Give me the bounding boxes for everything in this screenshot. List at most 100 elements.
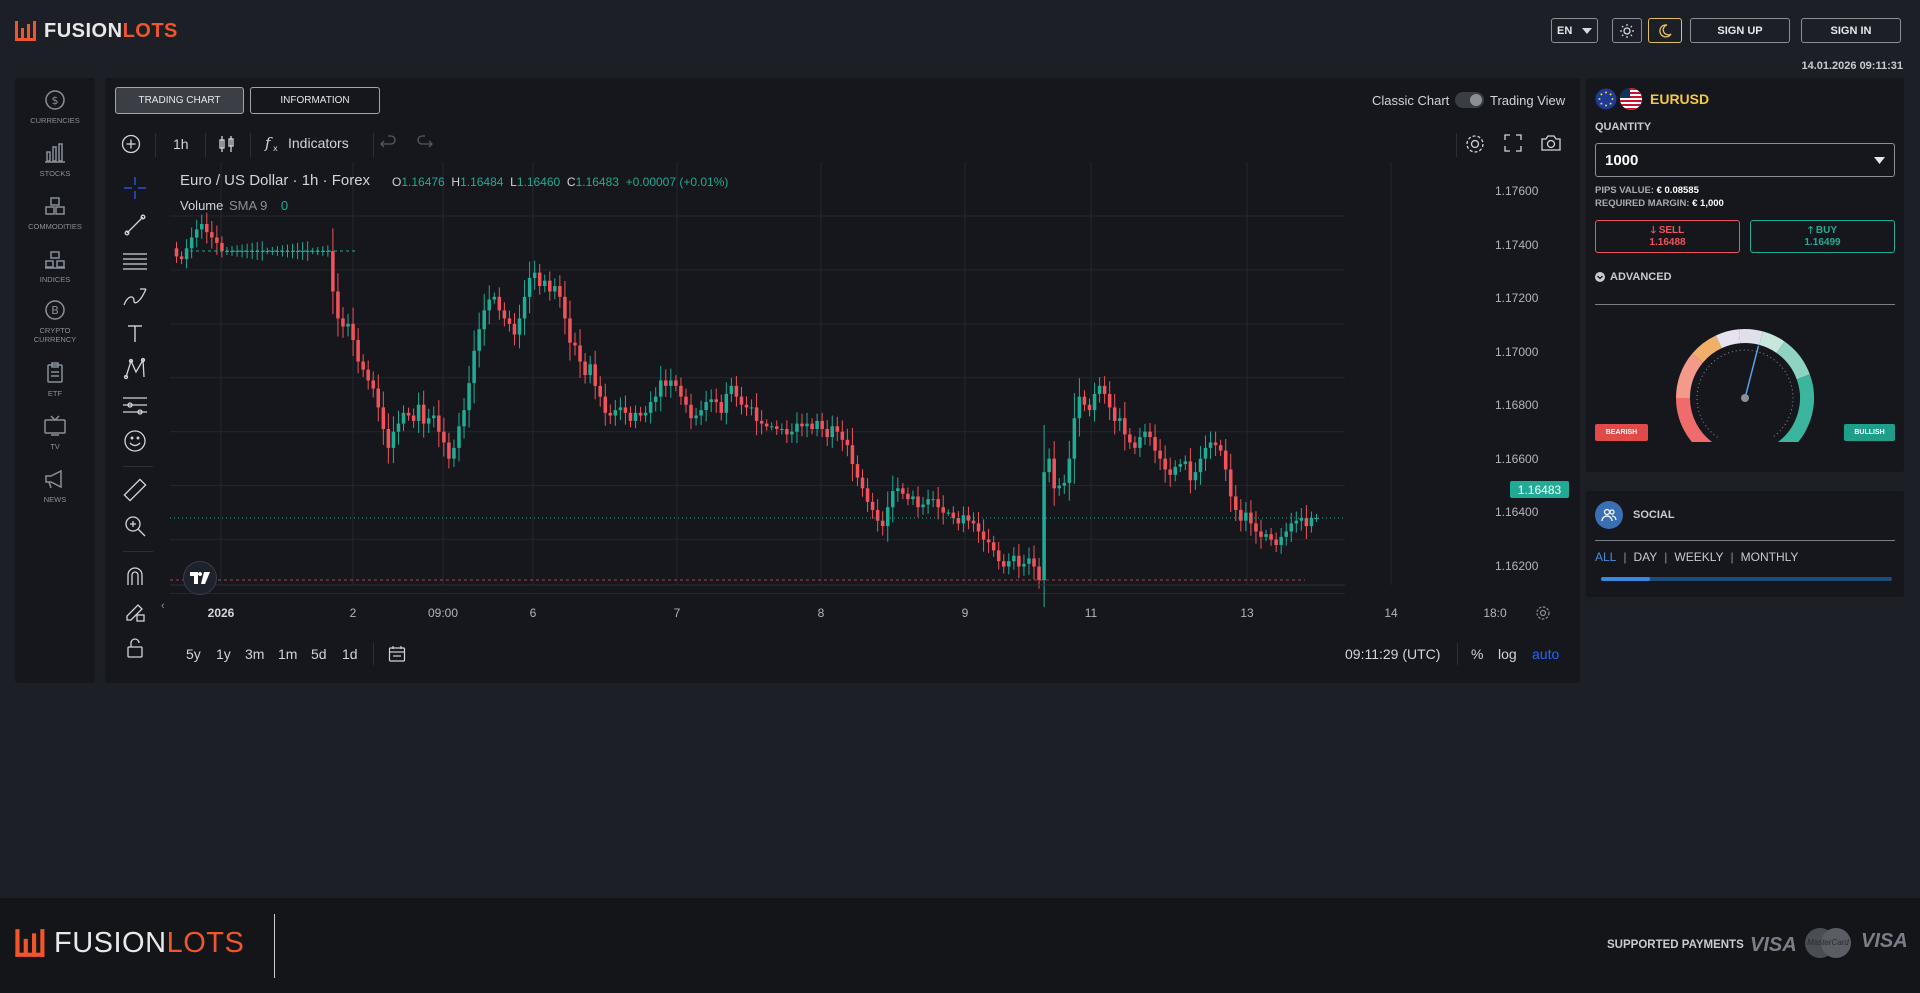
emoji-tool[interactable] (121, 427, 149, 455)
indicators-button[interactable]: fx Indicators (264, 133, 349, 153)
magnet-icon (127, 567, 143, 585)
category-news[interactable]: NEWS (15, 467, 95, 504)
gauge-needle (1744, 345, 1760, 399)
filter-all[interactable]: ALL (1595, 550, 1616, 564)
pattern-tool[interactable] (121, 355, 149, 383)
gauge-segment (1676, 397, 1713, 442)
redo-button[interactable] (416, 134, 434, 157)
range-1y[interactable]: 1y (216, 646, 231, 662)
gauge-segment (1776, 341, 1810, 380)
filter-monthly[interactable]: MONTHLY (1741, 550, 1799, 564)
candle-body (215, 237, 219, 243)
footer-logo[interactable]: FUSIONLOTS (14, 925, 244, 961)
candle-body (532, 272, 537, 278)
y-tick: 1.17000 (1495, 345, 1539, 359)
candle-body (558, 286, 562, 297)
x-tick: 09:00 (427, 606, 459, 620)
candle-body (1173, 466, 1178, 475)
candle-body (613, 410, 618, 416)
dark-theme-button[interactable] (1648, 18, 1682, 43)
tab-trading-chart[interactable]: TRADING CHART (115, 87, 244, 114)
interval-button[interactable]: 1h (173, 136, 189, 152)
category-tv[interactable]: TV (15, 414, 95, 451)
candle-body (921, 504, 925, 508)
candle-body (406, 412, 411, 416)
axis-settings-button[interactable] (1535, 605, 1551, 626)
chart-settings-button[interactable] (1464, 133, 1486, 160)
chart-view-toggle[interactable] (1455, 92, 1484, 108)
category-commodities[interactable]: COMMODITIES (15, 194, 95, 231)
collapse-toolbar-icon[interactable]: ‹ (161, 600, 165, 612)
pencil-lock-icon (126, 604, 145, 622)
measure-tool[interactable] (121, 476, 149, 504)
filter-day[interactable]: DAY (1633, 550, 1657, 564)
light-theme-button[interactable] (1612, 18, 1642, 43)
svg-text:B: B (51, 304, 59, 317)
add-symbol-button[interactable] (121, 134, 141, 159)
candles-icon (219, 136, 234, 152)
toggle-knob (1470, 94, 1482, 106)
stay-drawing-tool[interactable] (121, 598, 149, 626)
category-indices[interactable]: INDICES (15, 247, 95, 284)
category-currencies[interactable]: $ CURRENCIES (15, 88, 95, 125)
range-1m[interactable]: 1m (278, 646, 297, 662)
sign-in-button[interactable]: SIGN IN (1801, 18, 1901, 43)
candle-body (426, 418, 431, 424)
candle-body (1259, 531, 1263, 537)
candle-body (341, 318, 345, 327)
candle-body (1178, 464, 1183, 467)
range-1d[interactable]: 1d (342, 646, 358, 662)
brush-tool[interactable] (121, 283, 149, 311)
advanced-toggle[interactable]: ADVANCED (1595, 271, 1672, 283)
candle-body (447, 442, 451, 459)
category-crypto[interactable]: B CRYPTO CURRENCY (15, 298, 95, 344)
category-etf[interactable]: ETF (15, 361, 95, 398)
crosshair-tool[interactable] (121, 174, 149, 202)
lock-tool[interactable] (121, 634, 149, 662)
fib-tool[interactable] (121, 247, 149, 275)
buy-button[interactable]: 🡑 BUY 1.16499 (1750, 220, 1895, 253)
bearish-badge: BEARISH (1595, 424, 1648, 441)
social-icon (1595, 501, 1623, 529)
log-scale-button[interactable]: log (1498, 646, 1517, 662)
range-5d[interactable]: 5d (311, 646, 327, 662)
sell-button[interactable]: 🡓 SELL 1.16488 (1595, 220, 1740, 253)
fullscreen-button[interactable] (1503, 133, 1523, 158)
candle-body (361, 361, 365, 370)
chart-type-button[interactable] (218, 134, 236, 159)
dollar-coin-icon: $ (45, 90, 65, 110)
open-label: O (392, 175, 402, 189)
magnet-tool[interactable] (121, 562, 149, 590)
category-stocks[interactable]: STOCKS (15, 141, 95, 178)
text-tool[interactable] (121, 319, 149, 347)
close-value: 1.16483 (575, 175, 619, 189)
range-3m[interactable]: 3m (245, 646, 264, 662)
price-chart[interactable] (170, 162, 1510, 607)
zoom-tool[interactable] (121, 512, 149, 540)
symbol-title: Euro / US Dollar · 1h · Forex (180, 172, 371, 189)
candle-body (714, 399, 719, 403)
trend-line-tool[interactable] (121, 211, 149, 239)
header-logo[interactable]: FUSIONLOTS (14, 18, 178, 44)
date-range-button[interactable] (388, 645, 406, 668)
candle-body (1158, 450, 1162, 459)
filter-weekly[interactable]: WEEKLY (1674, 550, 1723, 564)
snapshot-button[interactable] (1540, 133, 1562, 158)
candle-body (1022, 563, 1026, 567)
candle-body (901, 488, 905, 494)
language-select[interactable]: EN (1551, 18, 1598, 43)
tab-information[interactable]: INFORMATION (250, 87, 380, 114)
undo-button[interactable] (379, 134, 397, 157)
percent-scale-button[interactable]: % (1471, 646, 1483, 662)
candle-body (724, 393, 729, 413)
chart-clock[interactable]: 09:11:29 (UTC) (1345, 646, 1440, 662)
category-label: INDICES (39, 275, 71, 284)
quantity-select[interactable]: 1000 (1595, 143, 1895, 177)
range-5y[interactable]: 5y (186, 646, 201, 662)
smiley-icon (124, 430, 146, 452)
sign-up-button[interactable]: SIGN UP (1690, 18, 1790, 43)
prediction-tool[interactable] (121, 391, 149, 419)
moon-icon (1659, 23, 1672, 38)
auto-scale-button[interactable]: auto (1532, 646, 1559, 662)
tradingview-logo[interactable] (183, 561, 217, 595)
